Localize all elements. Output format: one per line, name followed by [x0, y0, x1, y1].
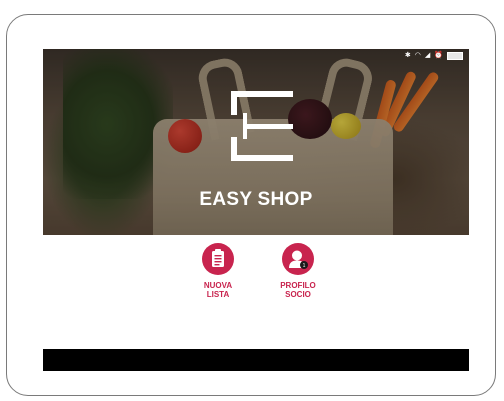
action-buttons: NUOVA LISTA 1 PROFILO SOCIO — [43, 243, 469, 323]
svg-text:1: 1 — [303, 263, 306, 269]
shopping-list-icon — [212, 249, 224, 267]
system-nav-bar — [43, 349, 469, 371]
battery-icon — [447, 52, 463, 60]
app-screen: ✱ ◠ ◢ ⏰ EASY SHOP NUOVA LISTA 1 PROFILO … — [43, 49, 469, 371]
member-profile-icon-circle[interactable]: 1 — [282, 243, 314, 275]
status-bar: ✱ ◠ ◢ ⏰ — [43, 49, 469, 63]
member-profile-label: PROFILO SOCIO — [280, 281, 316, 299]
easy-shop-logo — [231, 91, 293, 161]
new-list-button[interactable]: NUOVA LISTA — [183, 243, 253, 299]
app-title: EASY SHOP — [199, 189, 313, 210]
new-list-icon-circle[interactable] — [202, 243, 234, 275]
alarm-icon: ⏰ — [434, 52, 443, 59]
new-list-label: NUOVA LISTA — [203, 281, 233, 299]
bluetooth-icon: ✱ — [404, 52, 411, 59]
member-profile-button[interactable]: 1 PROFILO SOCIO — [263, 243, 333, 299]
signal-icon: ◢ — [424, 52, 431, 59]
hero-banner: ✱ ◠ ◢ ⏰ EASY SHOP — [43, 49, 469, 235]
member-profile-icon: 1 — [289, 250, 308, 269]
wifi-icon: ◠ — [414, 52, 421, 59]
